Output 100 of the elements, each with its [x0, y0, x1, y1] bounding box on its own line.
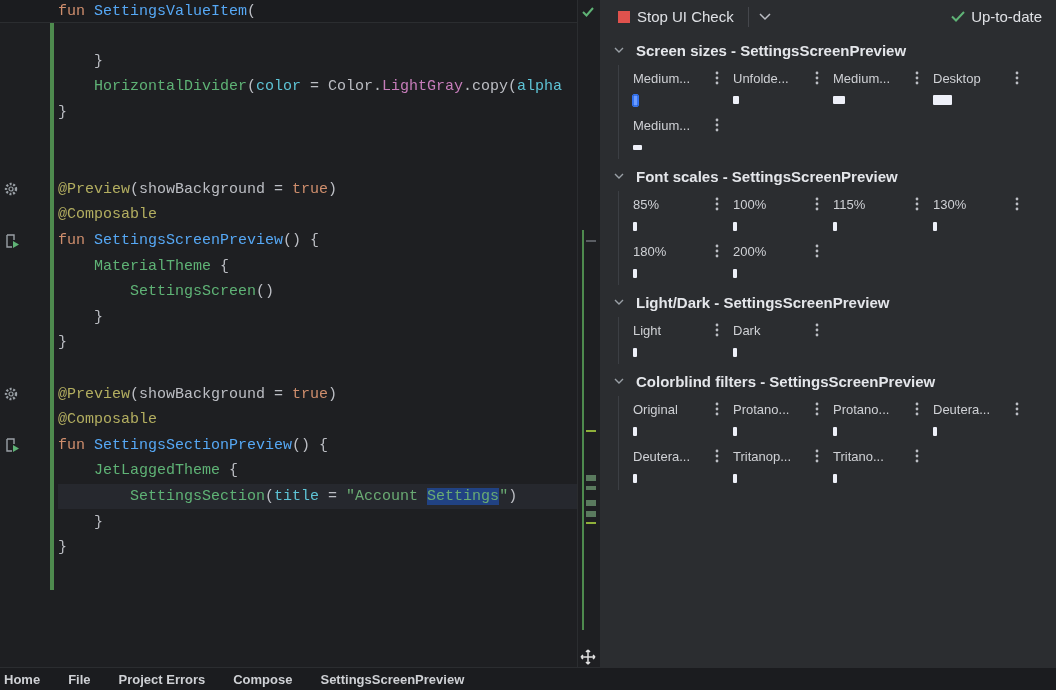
- chevron-icon[interactable]: [614, 376, 624, 386]
- code-line: HorizontalDivider(color = Color.LightGray.copy(alpha: [93, 78, 563, 96]
- preview-label: Protano...: [733, 401, 790, 417]
- run-preview-icon[interactable]: [4, 437, 20, 454]
- preview-label: Unfolde...: [733, 70, 789, 86]
- code-line: }: [58, 539, 67, 557]
- preview-label: 115%: [833, 196, 866, 212]
- run-preview-icon[interactable]: [4, 232, 20, 249]
- group-title[interactable]: Screen sizes - SettingsScreenPreview: [636, 41, 907, 59]
- preview-label: Light: [633, 322, 662, 338]
- preview-thumbnail[interactable]: [733, 221, 737, 231]
- more-icon[interactable]: [715, 71, 719, 85]
- code-line: @Preview(showBackground = true): [58, 180, 338, 198]
- preview-label: Tritano...: [833, 448, 884, 464]
- preview-label: Original: [633, 401, 678, 417]
- code-line: }: [58, 104, 67, 122]
- more-icon[interactable]: [715, 402, 719, 416]
- code-line: @Composable: [58, 411, 158, 429]
- more-icon[interactable]: [715, 118, 719, 132]
- preview-label: 130%: [933, 196, 967, 212]
- code-line: }: [58, 334, 67, 352]
- more-icon[interactable]: [815, 244, 819, 258]
- code-line: @Composable: [58, 206, 158, 224]
- group-title[interactable]: Font scales - SettingsScreenPreview: [636, 167, 898, 185]
- status-label: Up-to-date: [971, 8, 1042, 25]
- preview-label: Dark: [733, 322, 761, 338]
- stop-ui-check-button[interactable]: Stop UI Check: [614, 6, 738, 27]
- preview-thumbnail[interactable]: [633, 347, 637, 357]
- preview-label: 100%: [733, 196, 767, 212]
- code-line: JetLaggedTheme {: [93, 462, 239, 480]
- more-icon[interactable]: [815, 197, 819, 211]
- more-icon[interactable]: [915, 71, 919, 85]
- more-icon[interactable]: [715, 449, 719, 463]
- preview-label: Deutera...: [633, 448, 691, 464]
- more-icon[interactable]: [1015, 402, 1019, 416]
- preview-thumbnail[interactable]: [833, 221, 837, 231]
- preview-thumbnail[interactable]: [633, 426, 637, 436]
- group-title[interactable]: Light/Dark - SettingsScreenPreview: [636, 293, 890, 311]
- preview-label: Desktop: [933, 70, 981, 86]
- code-line: fun SettingsSectionPreview() {: [58, 436, 329, 454]
- bottom-tab[interactable]: SettingsScreenPreview: [320, 671, 465, 687]
- more-icon[interactable]: [915, 449, 919, 463]
- more-icon[interactable]: [1015, 71, 1019, 85]
- preview-thumbnail[interactable]: [733, 426, 737, 436]
- code-line: fun SettingsScreenPreview() {: [58, 232, 320, 250]
- more-icon[interactable]: [715, 323, 719, 337]
- preview-label: Medium...: [633, 117, 691, 133]
- preview-thumbnail[interactable]: [933, 95, 952, 105]
- code-line: SettingsScreen(): [129, 283, 275, 301]
- preview-thumbnail[interactable]: [633, 473, 637, 483]
- preview-label: 180%: [633, 243, 667, 259]
- chevron-icon[interactable]: [614, 297, 624, 307]
- preview-thumbnail[interactable]: [933, 221, 937, 231]
- preview-thumbnail[interactable]: [633, 144, 642, 150]
- bottom-tab[interactable]: Home: [4, 671, 41, 687]
- bottom-tab[interactable]: Project Errors: [118, 671, 206, 687]
- code-line: @Preview(showBackground = true): [58, 385, 338, 403]
- code-line: }: [93, 308, 103, 326]
- bottom-tab[interactable]: Compose: [233, 671, 293, 687]
- preview-label: 85%: [633, 196, 660, 212]
- preview-label: Deutera...: [933, 401, 991, 417]
- move-icon[interactable]: [580, 649, 596, 665]
- code-line: }: [93, 52, 103, 70]
- preview-thumbnail[interactable]: [733, 347, 737, 357]
- chevron-down-icon[interactable]: [758, 12, 771, 21]
- chevron-icon[interactable]: [614, 45, 624, 55]
- more-icon[interactable]: [715, 197, 719, 211]
- preview-thumbnail[interactable]: [833, 426, 837, 436]
- sticky-code-line: fun SettingsValueItem(: [58, 2, 257, 20]
- gear-icon[interactable]: [4, 387, 18, 402]
- preview-thumbnail[interactable]: [733, 96, 739, 104]
- bottom-tab[interactable]: File: [68, 671, 91, 687]
- preview-thumbnail[interactable]: [633, 221, 637, 231]
- preview-label: Medium...: [833, 70, 891, 86]
- preview-thumbnail[interactable]: [833, 96, 845, 104]
- preview-thumbnail[interactable]: [633, 268, 637, 278]
- preview-thumbnail[interactable]: [833, 473, 837, 483]
- check-icon: [582, 7, 594, 17]
- more-icon[interactable]: [815, 402, 819, 416]
- more-icon[interactable]: [815, 449, 819, 463]
- more-icon[interactable]: [815, 71, 819, 85]
- more-icon[interactable]: [1015, 197, 1019, 211]
- more-icon[interactable]: [715, 244, 719, 258]
- code-line: }: [93, 513, 103, 531]
- gear-icon[interactable]: [4, 182, 18, 197]
- preview-thumbnail[interactable]: [733, 473, 737, 483]
- preview-label: 200%: [733, 243, 767, 259]
- preview-thumbnail[interactable]: [733, 268, 737, 278]
- preview-label: Protano...: [833, 401, 890, 417]
- preview-thumbnail[interactable]: [933, 426, 937, 436]
- preview-thumbnail[interactable]: [633, 94, 638, 106]
- group-title[interactable]: Colorblind filters - SettingsScreenPreview: [636, 372, 936, 390]
- more-icon[interactable]: [915, 402, 919, 416]
- preview-label: Tritanop...: [733, 448, 792, 464]
- check-icon: [951, 11, 966, 22]
- chevron-icon[interactable]: [614, 171, 624, 181]
- code-line: MaterialTheme {: [93, 257, 230, 275]
- more-icon[interactable]: [915, 197, 919, 211]
- more-icon[interactable]: [815, 323, 819, 337]
- preview-label: Medium...: [633, 70, 691, 86]
